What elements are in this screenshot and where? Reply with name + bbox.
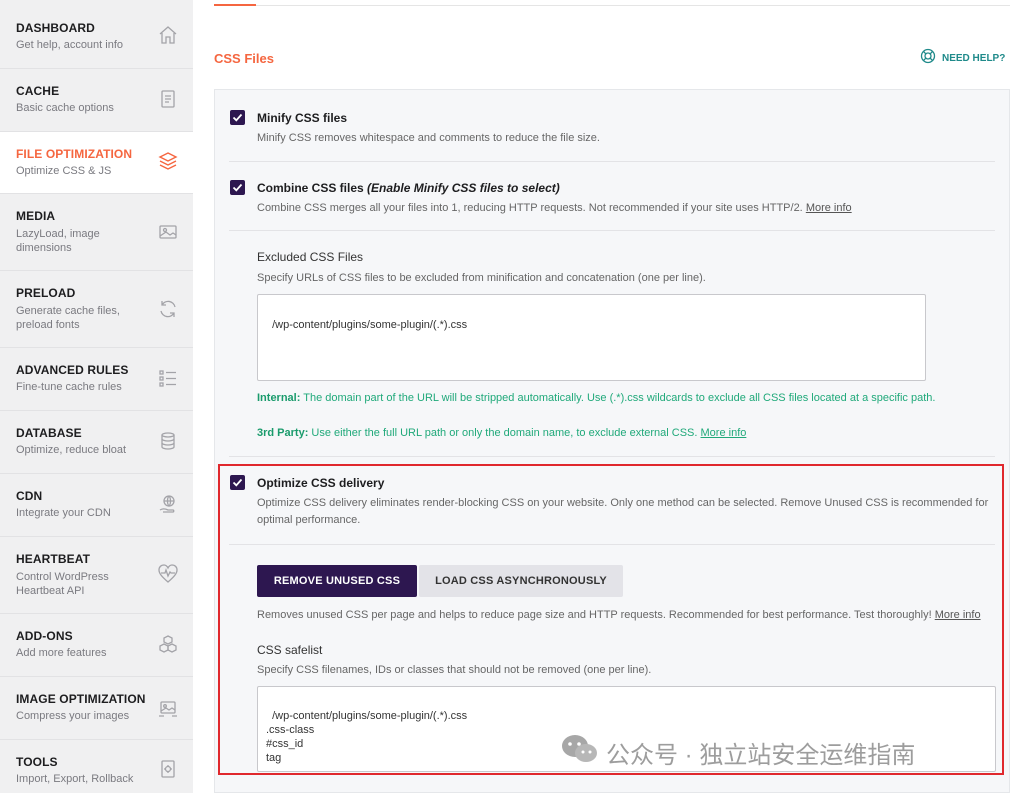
combine-css-label-note: (Enable Minify CSS files to select): [367, 181, 560, 195]
need-help-link[interactable]: NEED HELP?: [920, 48, 1006, 69]
sidebar-item-title: MEDIA: [16, 209, 56, 223]
sidebar-item-preload[interactable]: PRELOAD Generate cache files, preload fo…: [0, 271, 193, 348]
image-optimize-icon: [157, 697, 179, 719]
sidebar-item-subtitle: Integrate your CDN: [16, 507, 111, 519]
lifebuoy-icon: [920, 48, 936, 69]
sidebar-item-title: FILE OPTIMIZATION: [16, 147, 133, 161]
divider: [229, 161, 995, 162]
sidebar-item-subtitle: Import, Export, Rollback: [16, 773, 134, 785]
excluded-css-more-info-link[interactable]: More info: [701, 427, 747, 439]
sidebar-item-title: ADVANCED RULES: [16, 363, 129, 377]
need-help-label: NEED HELP?: [942, 52, 1006, 64]
combine-css-label: Combine CSS files (Enable Minify CSS fil…: [257, 181, 560, 195]
sidebar-item-tools[interactable]: TOOLS Import, Export, Rollback: [0, 740, 193, 793]
tab-underline: [214, 0, 1010, 6]
sidebar-item-subtitle: Optimize, reduce bloat: [16, 444, 127, 456]
sidebar-item-file-optimization[interactable]: FILE OPTIMIZATION Optimize CSS & JS: [0, 132, 193, 194]
combine-css-checkbox[interactable]: [230, 180, 245, 195]
note-internal-text: The domain part of the URL will be strip…: [303, 392, 936, 404]
wechat-icon: [560, 733, 598, 772]
sidebar-item-subtitle: Generate cache files, preload fonts: [16, 305, 120, 331]
home-icon: [157, 24, 179, 46]
sidebar-item-subtitle: LazyLoad, image dimensions: [16, 228, 100, 254]
sidebar-item-database[interactable]: DATABASE Optimize, reduce bloat: [0, 411, 193, 474]
sidebar-item-media[interactable]: MEDIA LazyLoad, image dimensions: [0, 194, 193, 271]
cubes-icon: [157, 633, 179, 655]
sidebar-item-cdn[interactable]: CDN Integrate your CDN: [0, 474, 193, 537]
excluded-css-description: Specify URLs of CSS files to be excluded…: [257, 272, 706, 284]
excluded-css-value: /wp-content/plugins/some-plugin/(.*).css: [272, 319, 468, 331]
sidebar-item-title: PRELOAD: [16, 286, 76, 300]
sidebar-item-subtitle: Basic cache options: [16, 102, 114, 114]
sidebar-item-title: CACHE: [16, 84, 60, 98]
sidebar-item-title: DASHBOARD: [16, 21, 95, 35]
excluded-css-textarea[interactable]: /wp-content/plugins/some-plugin/(.*).css: [257, 294, 926, 381]
sidebar-item-image-optimization[interactable]: IMAGE OPTIMIZATION Compress your images: [0, 677, 193, 740]
sidebar: DASHBOARD Get help, account info CACHE B…: [0, 0, 193, 793]
combine-css-description: Combine CSS merges all your files into 1…: [257, 200, 977, 217]
combine-css-more-info-link[interactable]: More info: [806, 202, 852, 214]
excluded-css-label: Excluded CSS Files: [257, 250, 364, 264]
sidebar-item-subtitle: Fine-tune cache rules: [16, 381, 122, 393]
divider: [229, 230, 995, 231]
layers-icon: [157, 150, 179, 172]
sidebar-item-add-ons[interactable]: ADD-ONS Add more features: [0, 614, 193, 677]
highlight-box: [218, 464, 1004, 775]
combine-css-description-text: Combine CSS merges all your files into 1…: [257, 202, 803, 214]
database-icon: [157, 430, 179, 452]
watermark-text: 公众号 · 独立站安全运维指南: [606, 741, 916, 769]
sidebar-item-cache[interactable]: CACHE Basic cache options: [0, 69, 193, 132]
minify-css-label: Minify CSS files: [257, 111, 348, 125]
sidebar-item-title: TOOLS: [16, 755, 58, 769]
globe-hand-icon: [157, 493, 179, 515]
sidebar-item-subtitle: Optimize CSS & JS: [16, 165, 112, 177]
sidebar-item-title: HEARTBEAT: [16, 552, 91, 566]
sidebar-item-title: ADD-ONS: [16, 629, 73, 643]
note-internal-label: Internal:: [257, 392, 301, 404]
sidebar-item-heartbeat[interactable]: HEARTBEAT Control WordPress Heartbeat AP…: [0, 537, 193, 614]
resize-grip-icon[interactable]: [915, 370, 923, 378]
watermark: 公众号 · 独立站安全运维指南: [560, 733, 915, 771]
sidebar-item-subtitle: Control WordPress Heartbeat API: [16, 571, 109, 597]
image-icon: [157, 221, 179, 243]
sidebar-item-title: CDN: [16, 489, 43, 503]
sidebar-item-advanced-rules[interactable]: ADVANCED RULES Fine-tune cache rules: [0, 348, 193, 411]
sidebar-item-title: IMAGE OPTIMIZATION: [16, 692, 146, 706]
combine-css-label-text: Combine CSS files: [257, 181, 364, 195]
sidebar-item-dashboard[interactable]: DASHBOARD Get help, account info: [0, 0, 193, 69]
tools-icon: [157, 758, 179, 780]
minify-css-checkbox[interactable]: [230, 110, 245, 125]
document-icon: [157, 88, 179, 110]
note-third-party-label: 3rd Party:: [257, 427, 309, 439]
excluded-css-note-third-party: 3rd Party: Use either the full URL path …: [257, 425, 977, 442]
note-third-party-text: Use either the full URL path or only the…: [311, 427, 698, 439]
list-icon: [157, 367, 179, 389]
sidebar-item-subtitle: Compress your images: [16, 710, 130, 722]
excluded-css-note-internal: Internal: The domain part of the URL wil…: [257, 390, 937, 407]
divider: [229, 456, 995, 457]
heartbeat-icon: [157, 563, 179, 585]
sidebar-item-subtitle: Get help, account info: [16, 39, 124, 51]
refresh-icon: [157, 298, 179, 320]
minify-css-description: Minify CSS removes whitespace and commen…: [257, 132, 600, 144]
sidebar-item-title: DATABASE: [16, 426, 82, 440]
section-title: CSS Files: [214, 51, 274, 66]
sidebar-item-subtitle: Add more features: [16, 647, 107, 659]
